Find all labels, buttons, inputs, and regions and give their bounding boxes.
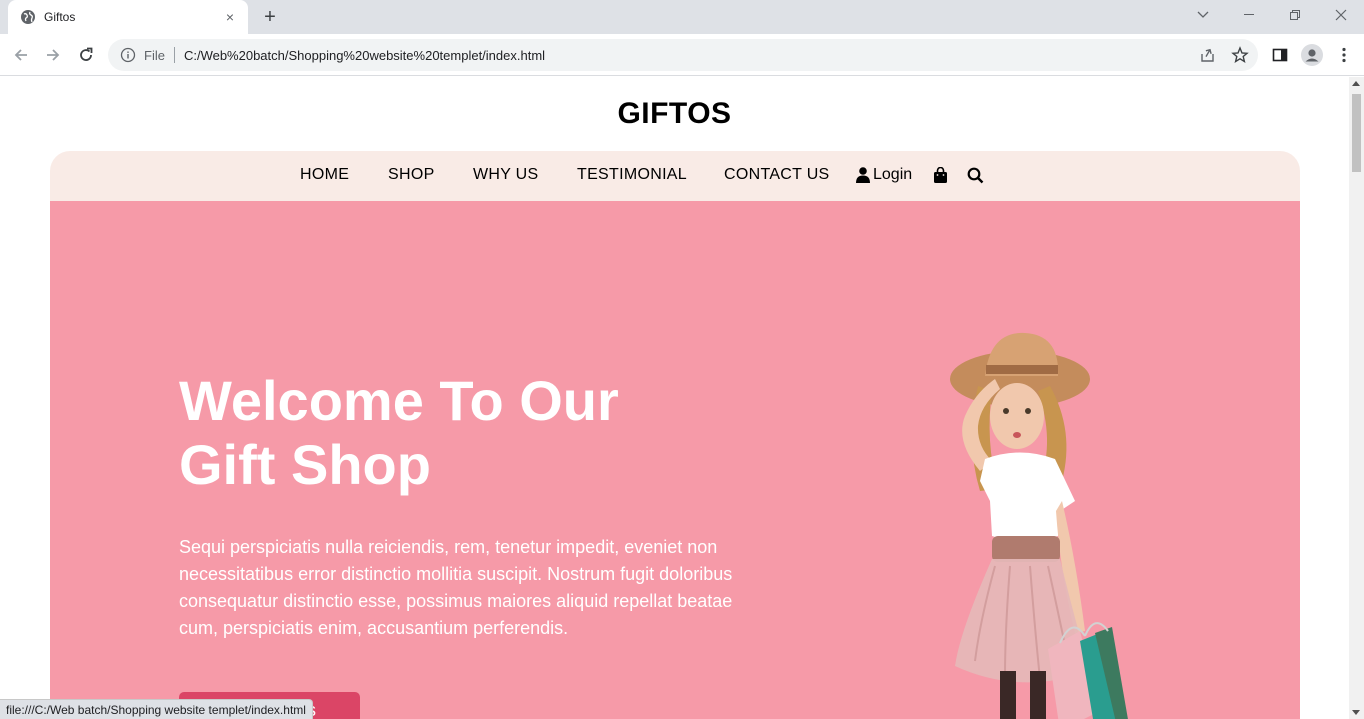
login-link[interactable]: Login (856, 165, 912, 185)
sidepanel-icon[interactable] (1267, 42, 1293, 68)
login-label: Login (873, 166, 913, 183)
window-controls (1180, 0, 1364, 34)
share-icon[interactable] (1195, 42, 1221, 68)
hero-girl-image (950, 332, 1128, 719)
nav-home[interactable]: HOME (300, 166, 349, 184)
bag-icon[interactable] (933, 165, 948, 185)
address-bar[interactable]: File C:/Web%20batch/Shopping%20website%2… (108, 39, 1258, 71)
tab-strip: Giftos × + (0, 0, 1364, 34)
url-text[interactable]: C:/Web%20batch/Shopping%20website%20temp… (184, 48, 545, 63)
close-window-icon[interactable] (1318, 0, 1364, 30)
scroll-down-icon[interactable] (1352, 710, 1360, 715)
forward-icon[interactable] (40, 42, 66, 68)
hero-title-line-1: Welcome To Our (179, 369, 619, 432)
info-icon[interactable] (120, 47, 136, 63)
user-icon (856, 167, 870, 183)
status-url: file:///C:/Web batch/Shopping website te… (0, 699, 313, 719)
minimize-icon[interactable] (1226, 0, 1272, 30)
hero-description: Sequi perspiciatis nulla reiciendis, rem… (179, 537, 733, 638)
back-icon[interactable] (8, 42, 34, 68)
url-separator (173, 47, 175, 63)
nav-testimonial[interactable]: TESTIMONIAL (577, 166, 687, 184)
reload-icon[interactable] (73, 42, 99, 68)
restore-icon[interactable] (1272, 0, 1318, 30)
profile-icon[interactable] (1299, 42, 1325, 68)
site-navbar: HOME SHOP WHY US TESTIMONIAL CONTACT US … (50, 151, 1300, 203)
page-scrollbar[interactable] (1349, 77, 1364, 719)
close-tab-icon[interactable]: × (222, 9, 238, 25)
scroll-up-icon[interactable] (1352, 81, 1360, 86)
nav-why-us[interactable]: WHY US (473, 166, 539, 184)
star-icon[interactable] (1227, 42, 1253, 68)
hero-section: Welcome To Our Gift Shop Sequi perspicia… (50, 201, 1300, 719)
hero-title-line-2: Gift Shop (179, 433, 431, 496)
scrollbar-thumb[interactable] (1352, 94, 1361, 172)
nav-shop[interactable]: SHOP (388, 166, 435, 184)
url-scheme: File (144, 47, 165, 63)
new-tab-button[interactable]: + (258, 6, 282, 28)
hero-title: Welcome To Our Gift Shop (179, 369, 699, 497)
tab-title: Giftos (44, 10, 76, 24)
tab-search-icon[interactable] (1180, 0, 1226, 30)
globe-icon (21, 10, 35, 24)
browser-toolbar: File C:/Web%20batch/Shopping%20website%2… (0, 34, 1364, 76)
search-icon[interactable] (967, 165, 984, 185)
menu-icon[interactable] (1331, 42, 1357, 68)
page-viewport: GIFTOS HOME SHOP WHY US TESTIMONIAL CONT… (0, 77, 1349, 719)
site-brand[interactable]: GIFTOS (0, 97, 1349, 131)
browser-tab[interactable]: Giftos × (8, 0, 248, 34)
nav-contact[interactable]: CONTACT US (724, 166, 830, 184)
